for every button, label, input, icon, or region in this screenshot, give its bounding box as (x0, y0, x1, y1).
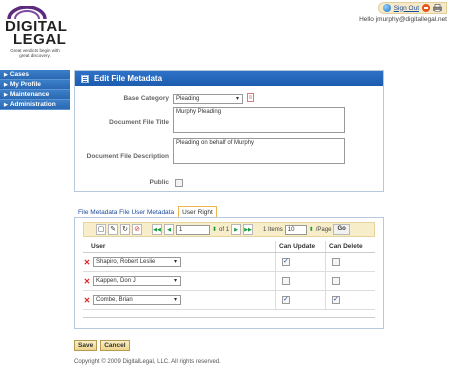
sidebar-item-administration[interactable]: ▶ Administration (0, 100, 70, 110)
can-update-checkbox[interactable] (282, 257, 290, 266)
chevron-right-icon: ▶ (4, 72, 8, 78)
prev-page-icon[interactable]: ◀ (164, 224, 174, 235)
items-count: 1 Items (263, 226, 283, 233)
table-row: ✕ Shapiro, Robert Leslie ▾ (83, 252, 375, 272)
header-user[interactable]: User (83, 241, 275, 252)
sidebar-item-my-profile[interactable]: ▶ My Profile (0, 80, 70, 90)
user-right-panel: ▢ ✎ ↻ ⊘ ◀◀ ◀ 1 ⬍ of 1 ▶ ▶▶ 1 Items 10 ⬍ … (74, 217, 384, 329)
user-rights-grid: User Can Update Can Delete ✕ Shapiro, Ro… (83, 241, 375, 318)
can-delete-checkbox[interactable] (332, 258, 340, 266)
doc-title-label: Document File Title (109, 119, 169, 126)
brand-tagline: Great verdicts begin with great discover… (10, 48, 60, 58)
page-spinner-icon[interactable]: ⬍ (212, 226, 217, 233)
panel-header: Edit File Metadata (75, 71, 383, 86)
edit-record-icon[interactable]: ✎ (108, 224, 118, 235)
last-page-icon[interactable]: ▶▶ (243, 224, 254, 235)
delete-row-icon[interactable]: ✕ (83, 258, 91, 267)
page-number-input[interactable]: 1 (176, 224, 210, 235)
user-select-value: Kappen, Don J (96, 278, 136, 284)
page-size-spinner-icon[interactable]: ⬍ (309, 226, 314, 233)
header-can-update[interactable]: Can Update (275, 241, 325, 252)
form-actions: Save Cancel (74, 340, 130, 351)
public-label: Public (149, 179, 169, 186)
table-row: ✕ Combe, Brian ▾ (83, 290, 375, 310)
document-icon (81, 74, 89, 83)
panel-title: Edit File Metadata (94, 74, 163, 83)
sidebar-item-maintenance[interactable]: ▶ Maintenance (0, 90, 70, 100)
sidebar-item-label: Maintenance (9, 91, 50, 98)
brand-logo: DIGITAL LEGAL Great verdicts begin with … (5, 6, 69, 58)
doc-title-textarea[interactable]: Murphy Pleading (173, 107, 345, 133)
header-toolbar: Sign Out (377, 2, 447, 14)
globe-icon[interactable] (382, 4, 391, 12)
grid-footer (83, 310, 375, 318)
page-of-text: of 1 (219, 226, 230, 233)
chevron-right-icon: ▶ (4, 92, 8, 98)
brand-line2: LEGAL (13, 31, 67, 48)
first-page-icon[interactable]: ◀◀ (152, 224, 162, 235)
doc-desc-textarea[interactable]: Pleading on behalf of Murphy (173, 138, 345, 164)
go-button[interactable]: Go (333, 224, 350, 235)
chevron-right-icon: ▶ (4, 82, 8, 88)
next-page-icon[interactable]: ▶ (231, 224, 242, 235)
printer-icon[interactable] (433, 4, 442, 12)
user-select-value: Combe, Brian (96, 297, 133, 303)
public-checkbox[interactable] (175, 179, 183, 187)
sidebar-item-label: Cases (9, 71, 30, 78)
base-category-label: Base Category (123, 95, 169, 102)
header-can-delete[interactable]: Can Delete (325, 241, 375, 252)
chevron-down-icon: ▾ (173, 259, 177, 265)
sidebar-item-cases[interactable]: ▶ Cases (0, 70, 70, 80)
table-row: ✕ Kappen, Don J ▾ (83, 271, 375, 291)
user-header: Sign Out Hello jmurphy@digitallegal.net (359, 2, 447, 23)
sidebar-item-label: My Profile (9, 81, 41, 88)
page-size-input[interactable]: 10 (284, 224, 307, 235)
doc-desc-label: Document File Description (86, 153, 169, 160)
edit-category-icon[interactable] (247, 93, 255, 102)
delete-row-icon[interactable]: ✕ (83, 277, 91, 286)
can-delete-checkbox[interactable] (332, 277, 340, 285)
sidebar-nav: ▶ Cases ▶ My Profile ▶ Maintenance ▶ Adminis… (0, 70, 70, 110)
chevron-down-icon: ▾ (173, 278, 177, 284)
chevron-right-icon: ▶ (4, 102, 8, 108)
base-category-value: Pleading (176, 96, 200, 102)
sidebar-item-label: Administration (9, 101, 56, 108)
user-select[interactable]: Combe, Brian ▾ (93, 295, 181, 305)
sign-out-link[interactable]: Sign Out (394, 5, 419, 12)
user-select[interactable]: Shapiro, Robert Leslie ▾ (93, 257, 181, 267)
grid-toolbar: ▢ ✎ ↻ ⊘ ◀◀ ◀ 1 ⬍ of 1 ▶ ▶▶ 1 Items 10 ⬍ … (83, 222, 375, 237)
edit-metadata-panel: Edit File Metadata Base Category Pleadin… (74, 70, 384, 192)
delete-row-icon[interactable]: ✕ (83, 296, 91, 305)
can-update-checkbox[interactable] (282, 277, 290, 285)
can-delete-checkbox[interactable] (332, 295, 340, 304)
chevron-down-icon: ▾ (235, 96, 239, 102)
delete-record-icon[interactable]: ⊘ (132, 224, 142, 235)
refresh-icon[interactable]: ↻ (120, 224, 130, 235)
cancel-button[interactable]: Cancel (100, 340, 130, 351)
base-category-select[interactable]: Pleading ▾ (173, 94, 243, 104)
greeting-text: Hello jmurphy@digitallegal.net (359, 16, 447, 23)
can-update-checkbox[interactable] (282, 295, 290, 304)
per-page-text: /Page (315, 226, 332, 233)
grid-header: User Can Update Can Delete (83, 241, 375, 253)
save-button[interactable]: Save (74, 340, 98, 351)
user-select[interactable]: Kappen, Don J ▾ (93, 276, 181, 286)
user-select-value: Shapiro, Robert Leslie (96, 259, 156, 265)
chevron-down-icon: ▾ (173, 297, 177, 303)
new-record-icon[interactable]: ▢ (96, 224, 106, 235)
copyright-text: Copyright © 2009 DigitalLegal, LLC. All … (74, 359, 221, 365)
sign-out-icon[interactable] (422, 4, 430, 12)
